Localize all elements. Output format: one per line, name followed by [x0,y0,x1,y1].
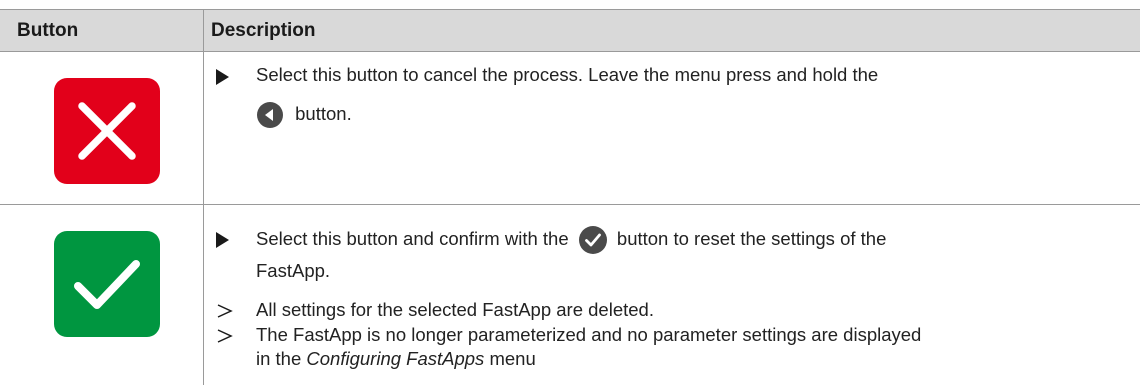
result-chevron-icon [217,304,233,318]
row1-line1: Select this button to cancel the process… [256,64,879,85]
row2-line1-a: Select this button and confirm with the [256,228,569,249]
result-chevron-icon [217,329,233,343]
row2-result3: in the Configuring FastApps menu [256,348,536,370]
cancel-x-icon [54,78,160,184]
header-bottom-border [0,51,1140,52]
instruction-arrow-icon [216,69,229,85]
row2-line2: FastApp. [256,260,331,281]
row1-line2-wrap: button. [256,99,352,129]
row1-line2: button. [295,103,352,124]
header-button: Button [17,20,79,41]
table-header: Button Description [0,9,1140,51]
confirm-check-icon [54,231,160,337]
row2-line1-b: button to reset the settings of the [616,228,887,249]
configuring-fastapps-menu-ref: Configuring FastApps [306,348,485,369]
header-description: Description [211,20,316,41]
back-button-icon [257,102,283,129]
row-divider [0,204,1140,205]
column-divider [203,9,204,385]
button-description-table: Button Description Select this button to… [0,0,1140,385]
row2-result2: The FastApp is no longer parameterized a… [256,324,922,345]
instruction-arrow-icon [216,232,229,248]
table-top-border [0,9,1140,10]
row2-result3-a: in the [256,348,302,369]
confirm-button-icon [578,226,607,255]
row2-line1-wrap: Select this button and confirm with the … [256,223,886,255]
row2-result3-b: menu [489,348,536,369]
row2-result1: All settings for the selected FastApp ar… [256,299,654,320]
